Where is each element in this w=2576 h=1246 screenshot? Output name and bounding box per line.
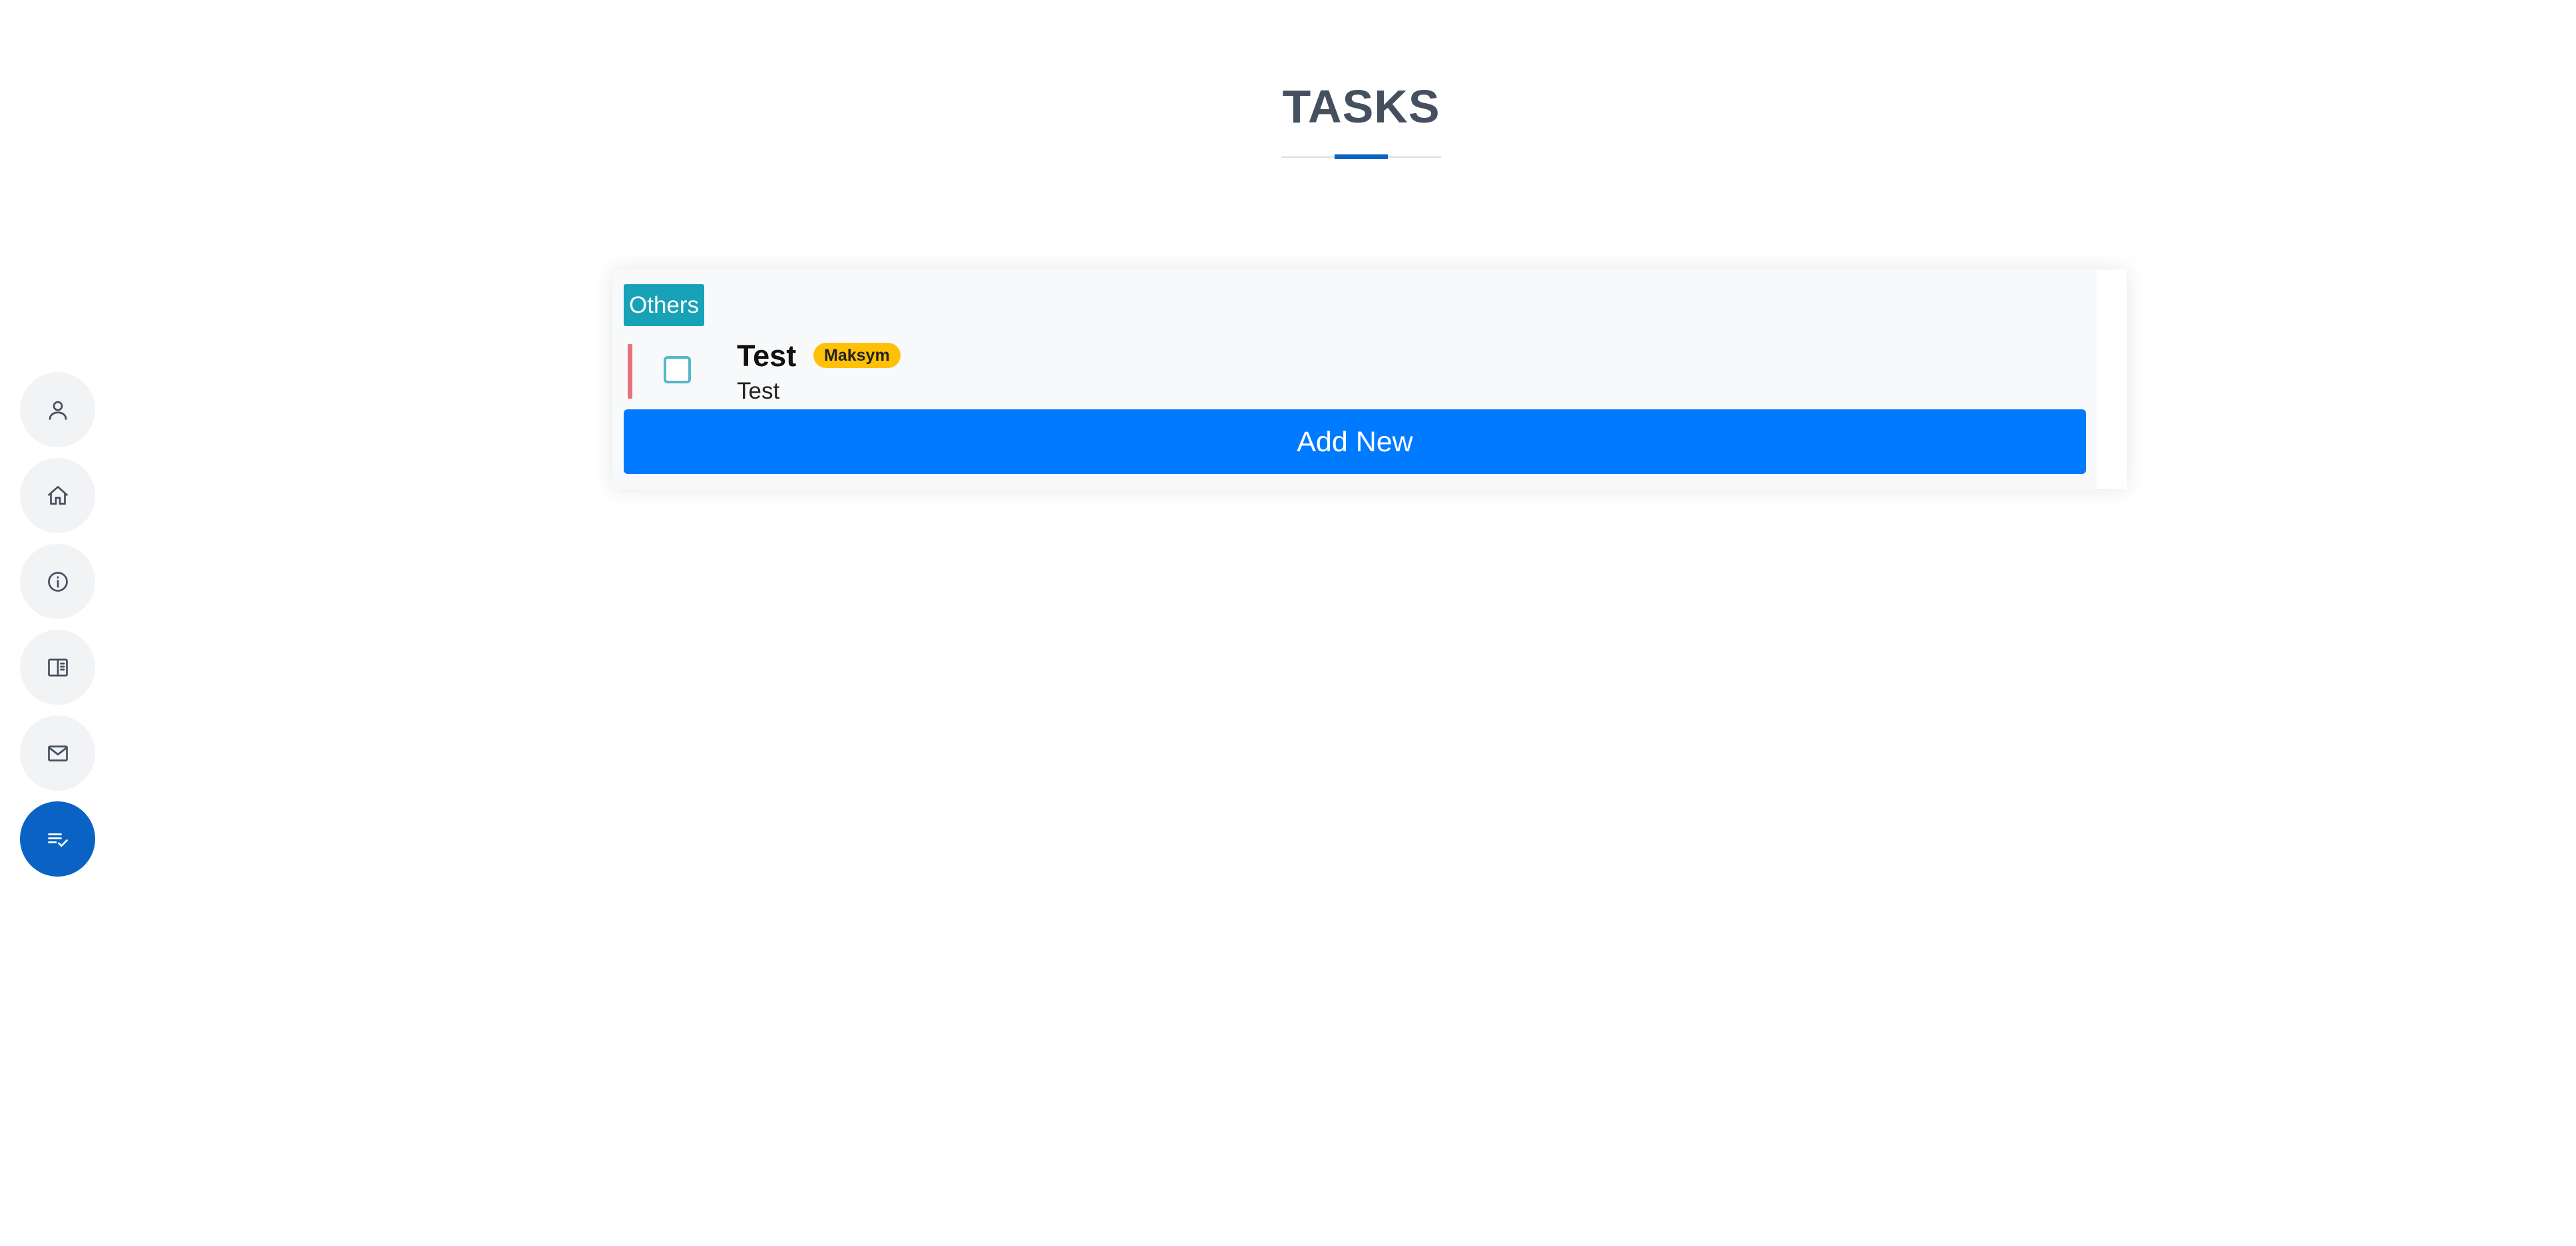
task-list-icon (47, 833, 68, 847)
title-underline-accent (1335, 154, 1388, 159)
nav-profile-button[interactable] (20, 372, 95, 447)
priority-indicator (628, 344, 632, 399)
page-header: TASKS (1198, 73, 1524, 159)
nav-tasks-button[interactable] (20, 801, 95, 877)
task-description: Test (737, 378, 780, 404)
page: TASKS Others Test Maksym Test Add New (0, 0, 2576, 1246)
task-item: Test Maksym Test (624, 337, 2088, 404)
category-badge: Others (624, 284, 705, 326)
add-new-task-button[interactable]: Add New (624, 409, 2086, 474)
book-icon (47, 658, 68, 676)
person-icon (49, 401, 67, 420)
assignee-badge: Maksym (813, 343, 901, 368)
task-card: Others Test Maksym Test Add New (612, 270, 2097, 489)
nav-contact-button[interactable] (20, 716, 95, 791)
info-icon (47, 571, 68, 592)
nav-resume-button[interactable] (20, 630, 95, 705)
page-title: TASKS (1282, 81, 1440, 132)
title-underline (1281, 154, 1441, 159)
envelope-icon (47, 745, 68, 761)
task-title: Test (737, 339, 797, 373)
nav-about-button[interactable] (20, 544, 95, 619)
nav-home-button[interactable] (20, 458, 95, 533)
side-nav (20, 372, 95, 887)
home-icon (47, 485, 68, 505)
task-complete-checkbox[interactable] (664, 356, 691, 383)
